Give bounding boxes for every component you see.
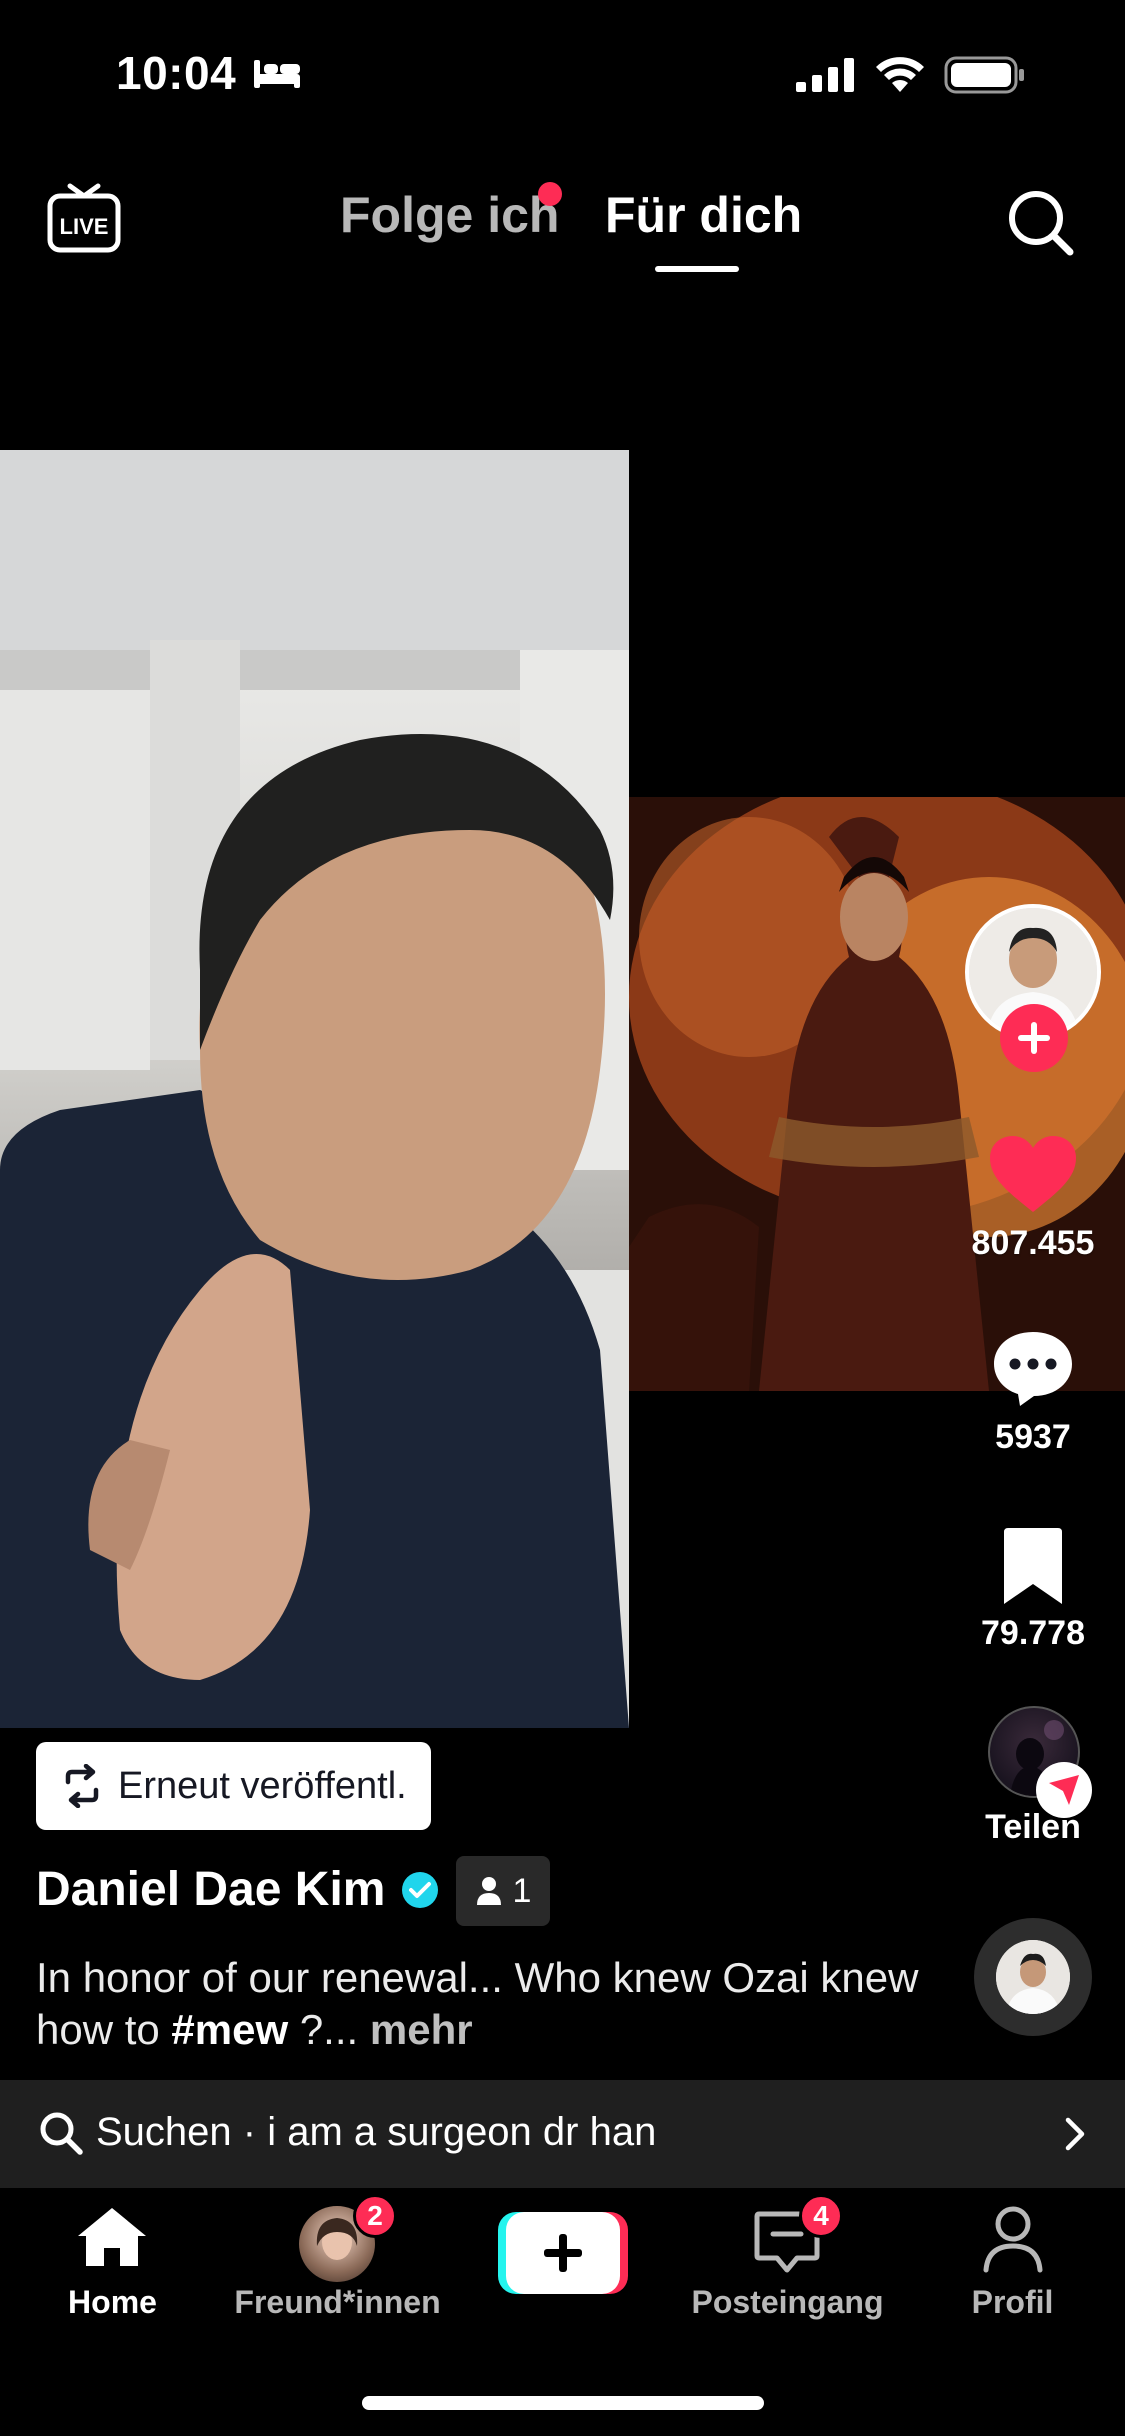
like-count: 807.455 — [971, 1224, 1095, 1262]
caption-more-link[interactable]: mehr — [370, 2006, 473, 2053]
tab-friends[interactable]: 2 Freund*innen — [225, 2188, 450, 2348]
video-scene-left — [0, 450, 629, 1728]
plus-icon — [1018, 1022, 1050, 1054]
video-frame-left[interactable] — [0, 450, 629, 1728]
tab-home[interactable]: Home — [0, 2188, 225, 2348]
active-tab-indicator — [655, 266, 739, 272]
tab-inbox-label: Posteingang — [691, 2284, 884, 2320]
video-frame-right[interactable] — [629, 797, 1125, 1391]
friends-chip[interactable]: 1 — [456, 1856, 550, 1926]
tab-create[interactable] — [450, 2188, 675, 2348]
tab-profile-label: Profil — [971, 2284, 1054, 2320]
following-notification-dot — [538, 182, 562, 206]
music-disc[interactable] — [974, 1918, 1092, 2036]
save-count: 79.778 — [981, 1614, 1085, 1652]
create-plus-icon — [498, 2212, 628, 2294]
battery-icon — [944, 56, 1024, 94]
comment-count: 5937 — [995, 1418, 1071, 1456]
caption[interactable]: In honor of our renewal... Who knew Ozai… — [36, 1952, 936, 2056]
caption-hashtag[interactable]: #mew — [171, 2006, 288, 2053]
search-suggestion-text: Suchen · i am a surgeon dr han — [96, 2110, 657, 2154]
follow-button[interactable] — [1000, 1004, 1068, 1072]
status-time: 10:04 — [116, 47, 237, 99]
sleep-focus-icon — [254, 60, 300, 88]
heart-icon[interactable] — [988, 1134, 1078, 1214]
bookmark-icon[interactable] — [1000, 1526, 1066, 1606]
tab-profile[interactable]: Profil — [900, 2188, 1125, 2348]
person-icon — [476, 1877, 501, 1905]
home-indicator — [362, 2396, 764, 2410]
tab-friends-label: Freund*innen — [234, 2284, 441, 2320]
repost-icon — [65, 1764, 99, 1808]
profile-icon — [983, 2206, 1043, 2273]
status-bar: 10:04 — [0, 0, 1125, 140]
music-disc-cover — [996, 1940, 1070, 2014]
comment-icon[interactable] — [990, 1328, 1076, 1408]
tab-inbox[interactable]: 4 Posteingang — [675, 2188, 900, 2348]
search-suggestion-icon — [40, 2112, 83, 2155]
svg-text:LIVE: LIVE — [60, 214, 109, 239]
home-icon — [78, 2208, 146, 2266]
chevron-right-icon — [1065, 2117, 1085, 2151]
share-arrow-icon — [1049, 1775, 1079, 1805]
verified-badge-icon — [402, 1872, 438, 1908]
author-name[interactable]: Daniel Dae Kim — [36, 1862, 385, 1917]
cellular-signal-icon — [796, 58, 854, 92]
friends-count: 1 — [512, 1871, 532, 1910]
inbox-badge: 4 — [799, 2194, 843, 2238]
repost-label: Erneut veröffentl. — [118, 1764, 407, 1807]
friends-badge: 2 — [353, 2194, 397, 2238]
search-icon[interactable] — [1004, 186, 1076, 258]
share-label[interactable]: Teilen — [943, 1808, 1123, 1847]
caption-text: In honor of our renewal... Who knew Ozai… — [36, 1954, 919, 2053]
tab-home-label: Home — [68, 2284, 157, 2320]
live-icon[interactable]: LIVE — [46, 182, 122, 254]
video-scene-right — [629, 797, 1125, 1391]
tab-following[interactable]: Folge ich — [340, 186, 559, 244]
music-cover-image — [996, 1940, 1070, 2014]
search-suggestion-bar[interactable]: Suchen · i am a surgeon dr han — [0, 2080, 1125, 2188]
wifi-icon — [876, 57, 924, 92]
repost-chip[interactable]: Erneut veröffentl. — [36, 1742, 431, 1830]
caption-tail: ?... — [288, 2006, 359, 2053]
tab-for-you[interactable]: Für dich — [605, 186, 802, 244]
